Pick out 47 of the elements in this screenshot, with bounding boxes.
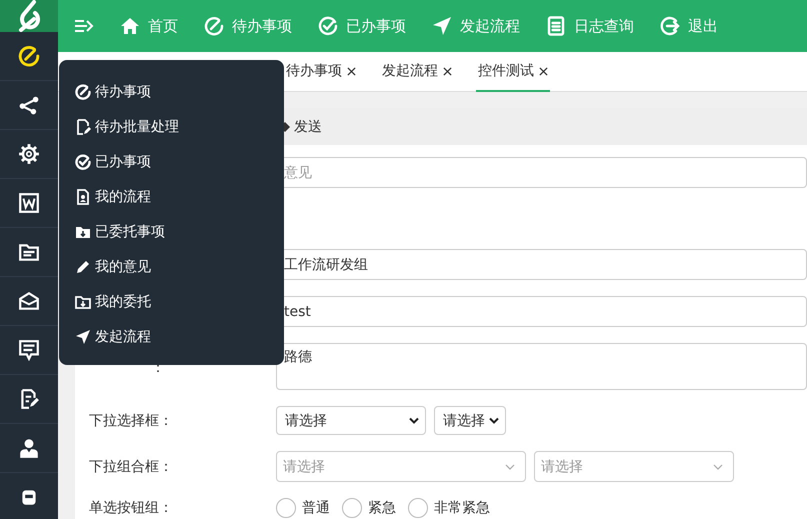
- gear-icon[interactable]: [18, 143, 40, 165]
- send-icon: [432, 16, 452, 36]
- close-icon[interactable]: [443, 66, 452, 76]
- close-icon[interactable]: [347, 66, 356, 76]
- chevron-down-icon: [505, 464, 515, 470]
- dropdown[interactable]: 请选择: [434, 406, 506, 435]
- chevron-down-icon: [713, 464, 723, 470]
- share-icon[interactable]: [18, 94, 40, 116]
- pen-circle-icon: [75, 84, 91, 100]
- user-document-icon: [75, 188, 91, 204]
- field-label: 下拉组合框：: [89, 458, 174, 476]
- field-label: 下拉选择框：: [89, 412, 174, 430]
- radio-label: 紧急: [368, 499, 396, 517]
- radio-label: 非常紧急: [434, 499, 490, 517]
- radio-button[interactable]: [408, 498, 428, 518]
- text-area[interactable]: 路德: [276, 343, 807, 390]
- check-circle-icon: [318, 16, 338, 36]
- radio-label: 普通: [302, 499, 330, 517]
- tab[interactable]: 发起流程: [380, 52, 454, 92]
- check-circle-icon: [75, 154, 91, 170]
- exit-icon: [660, 16, 680, 36]
- menu-toggle-icon[interactable]: [74, 18, 94, 34]
- send-icon: [75, 328, 91, 344]
- message-icon[interactable]: [18, 339, 40, 361]
- pen-circle-icon: [204, 16, 224, 36]
- dropdown[interactable]: 请选择: [276, 406, 426, 435]
- chevron-down-icon: [409, 416, 419, 424]
- close-icon[interactable]: [539, 66, 548, 76]
- tab[interactable]: 控件测试: [476, 52, 550, 92]
- radio-button[interactable]: [342, 498, 362, 518]
- logo-icon: [16, 0, 42, 32]
- field-label: 单选按钮组：: [89, 499, 174, 517]
- field-label: ：: [150, 359, 166, 377]
- radio-button[interactable]: [276, 498, 296, 518]
- envelope-icon[interactable]: [18, 290, 40, 312]
- chevron-down-icon: [489, 416, 499, 424]
- edit-document-icon: [75, 118, 91, 134]
- menu-item[interactable]: 待办事项: [75, 74, 284, 109]
- word-document-icon[interactable]: [18, 192, 40, 214]
- tab[interactable]: 待办事项: [284, 52, 358, 92]
- home-icon: [120, 16, 140, 36]
- document-icon: [546, 16, 566, 36]
- pencil-icon: [75, 258, 91, 274]
- folder-download-icon: [75, 294, 91, 310]
- pen-circle-icon[interactable]: [18, 45, 40, 67]
- menu-item[interactable]: 已委托事项: [75, 214, 284, 249]
- user-icon[interactable]: [18, 437, 40, 459]
